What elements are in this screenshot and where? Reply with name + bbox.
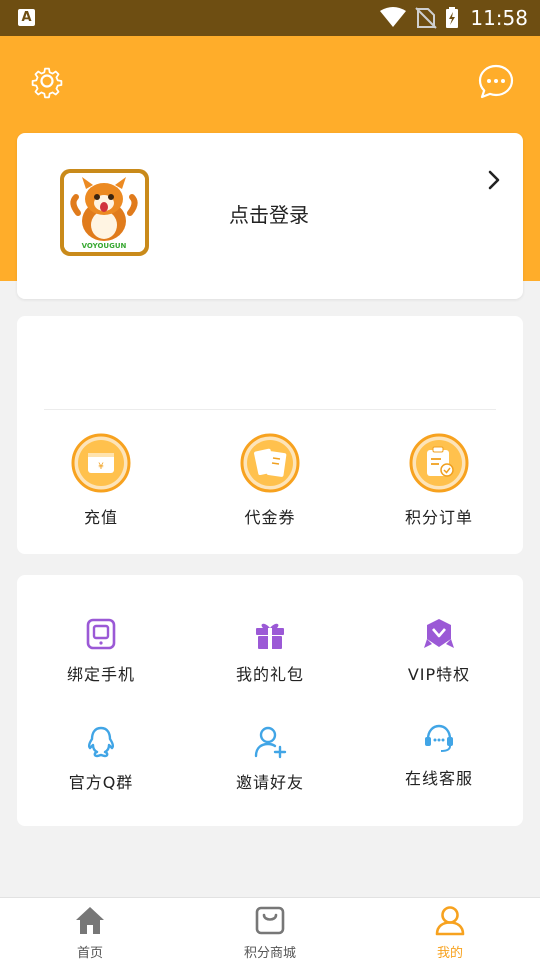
vip-privilege-button[interactable]: VIP特权 — [369, 617, 509, 685]
mascot-logo: VOYOUGUN — [64, 173, 145, 252]
bottom-tab-bar: 首页 积分商城 我的 — [0, 897, 540, 960]
vip-badge-icon — [424, 619, 454, 648]
headset-icon — [425, 724, 453, 752]
phone-icon — [86, 618, 116, 650]
points-order-label: 积分订单 — [404, 508, 473, 527]
tab-points-mall[interactable]: 积分商城 — [210, 904, 330, 960]
my-gift-label: 我的礼包 — [235, 665, 304, 684]
divider — [44, 409, 496, 410]
chat-bubble-icon — [478, 64, 514, 99]
recharge-button[interactable]: ¥ 充值 — [41, 433, 161, 528]
my-gift-button[interactable]: 我的礼包 — [200, 617, 340, 685]
official-qq-group-label: 官方Q群 — [68, 773, 134, 792]
svg-text:¥: ¥ — [98, 462, 104, 472]
clock: 11:58 — [470, 6, 528, 30]
login-prompt[interactable]: 点击登录 — [229, 199, 309, 228]
gear-icon — [31, 67, 63, 99]
chevron-right-icon[interactable] — [483, 169, 505, 191]
vip-privilege-label: VIP特权 — [407, 665, 471, 684]
add-user-icon — [254, 726, 287, 759]
wifi-icon — [380, 7, 406, 27]
recharge-icon: ¥ — [71, 433, 131, 493]
gift-icon — [256, 623, 284, 649]
qq-icon — [87, 726, 115, 758]
profile-icon — [435, 906, 465, 936]
bind-phone-button[interactable]: 绑定手机 — [31, 617, 171, 685]
points-order-icon — [409, 433, 469, 493]
recharge-label: 充值 — [83, 508, 118, 527]
tab-mine-label: 我的 — [436, 946, 463, 960]
login-card[interactable]: VOYOUGUN 点击登录 — [17, 133, 523, 299]
settings-button[interactable] — [27, 61, 67, 101]
voucher-label: 代金券 — [244, 508, 296, 527]
svg-text:VOYOUGUN: VOYOUGUN — [82, 242, 127, 250]
bind-phone-label: 绑定手机 — [66, 665, 135, 684]
official-qq-group-button[interactable]: 官方Q群 — [31, 725, 171, 793]
voucher-icon — [240, 433, 300, 493]
invite-friends-label: 邀请好友 — [235, 773, 304, 792]
points-order-button[interactable]: 积分订单 — [379, 433, 499, 528]
notification-icon: A — [18, 9, 35, 26]
tab-points-mall-label: 积分商城 — [243, 946, 296, 960]
online-support-button[interactable]: 在线客服 — [369, 721, 509, 789]
avatar[interactable]: VOYOUGUN — [60, 169, 149, 256]
tab-mine[interactable]: 我的 — [390, 904, 510, 960]
online-support-label: 在线客服 — [404, 769, 473, 788]
tab-home[interactable]: 首页 — [30, 904, 150, 960]
battery-icon — [446, 7, 458, 28]
shopping-bag-icon — [255, 906, 285, 935]
no-sim-icon — [415, 7, 437, 29]
tab-home-label: 首页 — [76, 946, 103, 960]
voucher-button[interactable]: 代金券 — [210, 433, 330, 528]
status-bar: A 11:58 — [0, 0, 540, 36]
message-button[interactable] — [476, 62, 516, 102]
home-icon — [76, 907, 104, 934]
services-card: 绑定手机 我的礼包 VIP特权 官方Q群 邀请好友 在线客服 — [17, 575, 523, 826]
invite-friends-button[interactable]: 邀请好友 — [200, 725, 340, 793]
wallet-card: ¥ 充值 代金券 积分订单 — [17, 316, 523, 554]
